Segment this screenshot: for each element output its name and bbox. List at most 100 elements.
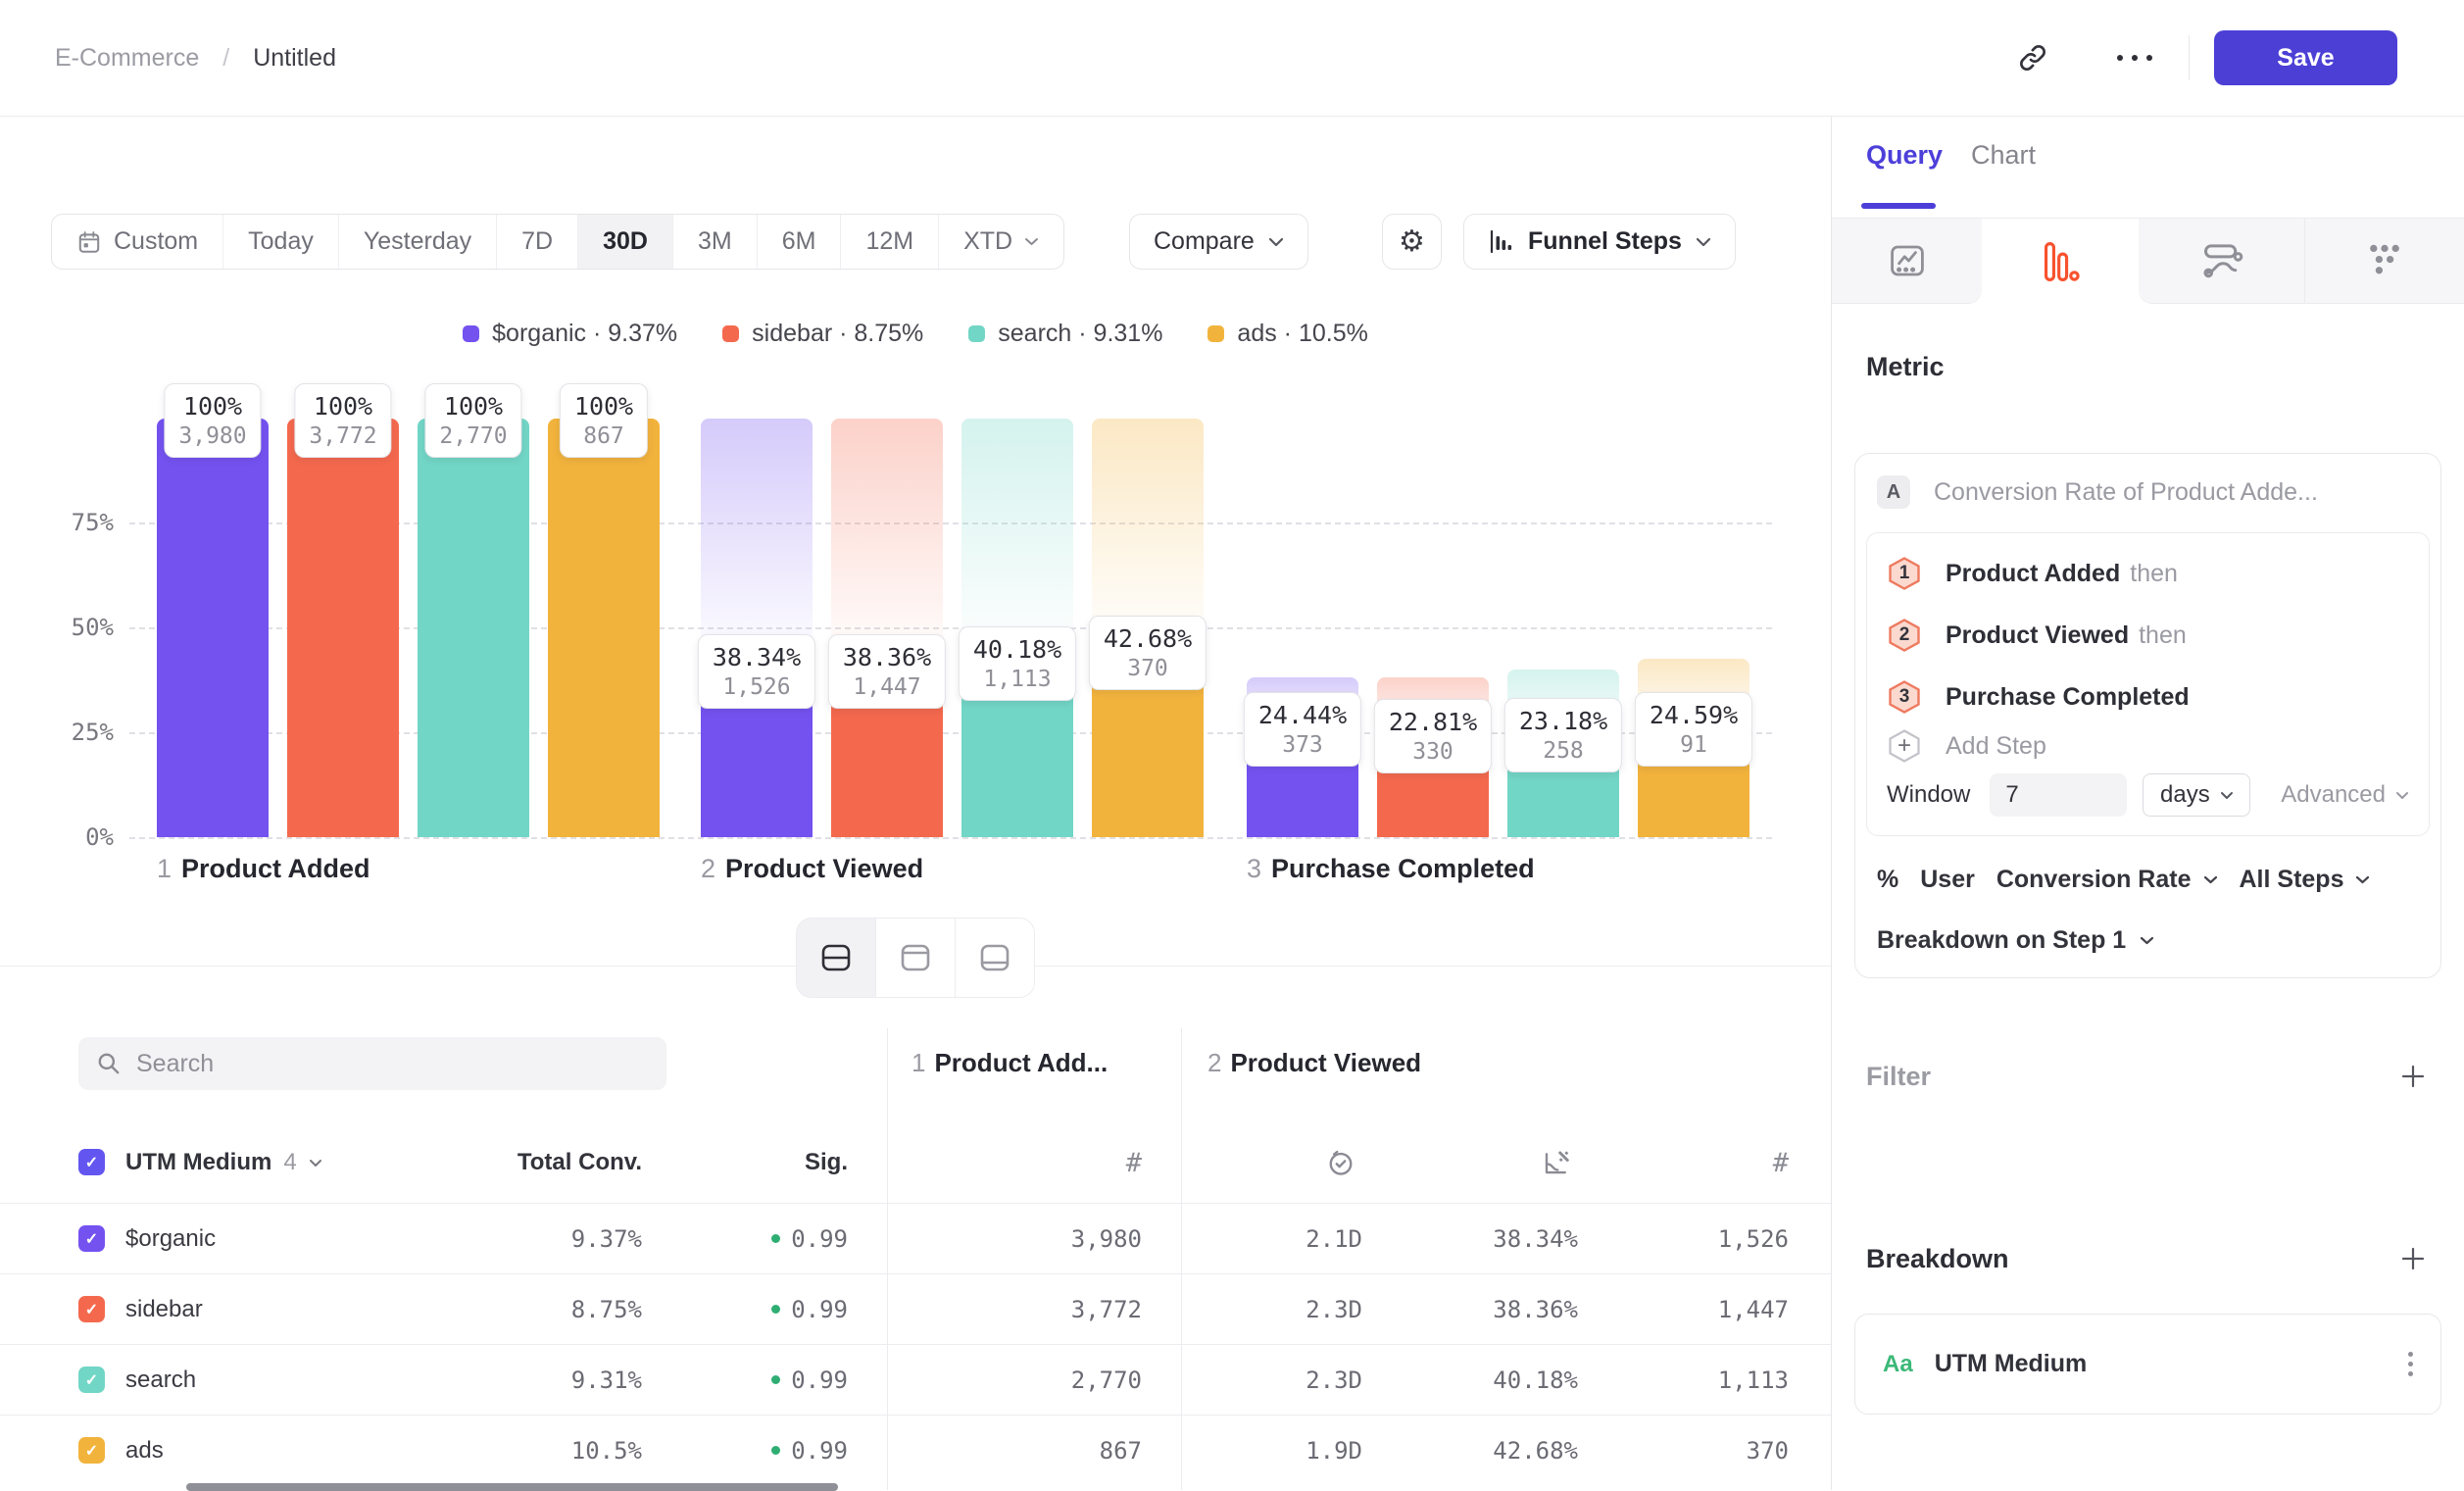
row-significance: 0.99 (686, 1274, 848, 1344)
tab-chart[interactable]: Chart (1971, 140, 2036, 171)
bar-value-label: 40.18%1,113 (959, 626, 1076, 701)
breakdown-header-label: UTM Medium (125, 1149, 271, 1176)
layout-table-only-button[interactable] (955, 919, 1034, 997)
step-hexagon-badge: 3 (1887, 679, 1922, 715)
funnel-bar-search-step1[interactable] (418, 419, 529, 837)
window-value-input[interactable]: 7 (1990, 773, 2127, 817)
bar-value-label: 42.68%370 (1089, 616, 1207, 690)
bar-pct-label: 38.34% (713, 643, 801, 671)
row-checkbox[interactable]: ✓ (78, 1225, 105, 1252)
chart-step-label-1: 1 Product Added (157, 854, 370, 884)
step-name: Product Viewed (725, 854, 923, 883)
chart-step-label-2: 2 Product Viewed (701, 854, 923, 884)
select-all-checkbox[interactable]: ✓ (78, 1149, 105, 1175)
avg-time-column-icon[interactable] (1321, 1122, 1360, 1203)
retention-chart-tab[interactable] (2304, 219, 2464, 304)
count-column-icon[interactable]: # (1730, 1122, 1789, 1203)
metric-card: A Conversion Rate of Product Adde... 1Pr… (1854, 453, 2441, 978)
breakdown-item-menu-icon[interactable] (2408, 1352, 2413, 1376)
bar-pct-label: 24.59% (1650, 701, 1738, 729)
table-row-ads: ✓ads10.5%0.998671.9D42.68%370 (0, 1415, 1831, 1485)
table-header-row: ✓ UTM Medium 4 Total Conv. Sig. # # (0, 1122, 1831, 1203)
bar-value-label: 100%3,772 (294, 383, 391, 458)
bar-pct-label: 38.36% (843, 643, 931, 671)
breakdown-property-name: UTM Medium (1935, 1350, 2088, 1378)
row-significance: 0.99 (686, 1416, 848, 1485)
advanced-toggle[interactable]: Advanced (2281, 781, 2409, 809)
measurement-row: % User Conversion Rate All Steps (1877, 866, 2419, 894)
row-checkbox[interactable]: ✓ (78, 1296, 105, 1322)
row-total-conv: 9.37% (421, 1204, 642, 1273)
chart-step-label-3: 3Purchase Completed (1247, 854, 1535, 884)
funnel-chart-tab[interactable] (1982, 219, 2139, 304)
funnel-bar-ads-step1[interactable] (548, 419, 660, 837)
step-event-name: Product Addedthen (1946, 560, 2178, 588)
breadcrumb-project[interactable]: E-Commerce (55, 44, 199, 73)
add-breakdown-icon[interactable] (2399, 1245, 2427, 1272)
copy-link-icon[interactable] (2017, 42, 2048, 74)
row-total-conv: 9.31% (421, 1345, 642, 1415)
total-conv-column-header[interactable]: Total Conv. (421, 1122, 642, 1203)
bar-count-label: 370 (1104, 656, 1192, 681)
query-step-3[interactable]: 3Purchase Completed (1887, 672, 2409, 721)
add-step-button[interactable]: + Add Step (1887, 721, 2409, 770)
row-checkbox[interactable]: ✓ (78, 1367, 105, 1393)
query-step-2[interactable]: 2Product Viewedthen (1887, 611, 2409, 660)
measure-scope-select[interactable]: All Steps (2240, 866, 2371, 894)
breakdown-item-card[interactable]: Aa UTM Medium (1854, 1314, 2441, 1415)
bar-pct-label: 100% (178, 392, 246, 421)
table-row-search: ✓search9.31%0.992,7702.3D40.18%1,113 (0, 1344, 1831, 1415)
row-step2-conv-rate: 40.18% (1402, 1345, 1578, 1415)
table-search-input[interactable]: Search (78, 1037, 666, 1090)
report-canvas: CustomTodayYesterday7D30D3M6M12MXTD Comp… (0, 117, 1831, 1490)
row-checkbox[interactable]: ✓ (78, 1437, 105, 1464)
step-number: 2 (701, 854, 715, 883)
layout-split-view-button[interactable] (797, 919, 875, 997)
step-name: Product Added (181, 854, 370, 883)
measure-symbol[interactable]: % (1877, 866, 1898, 894)
breakdown-on-step-select[interactable]: Breakdown on Step 1 (1877, 926, 2154, 955)
bar-value-label: 22.81%330 (1374, 699, 1492, 773)
measure-metric-select[interactable]: Conversion Rate (1996, 866, 2218, 894)
tab-query[interactable]: Query (1866, 140, 1943, 171)
bar-count-label: 1,447 (843, 674, 931, 700)
row-step2-avg-time: 2.1D (1206, 1204, 1362, 1273)
bar-value-label: 100%2,770 (424, 383, 521, 458)
measure-entity[interactable]: User (1920, 866, 1975, 894)
more-menu-icon[interactable] (2117, 55, 2152, 61)
step-name: Purchase Completed (1271, 854, 1535, 883)
row-step2-count: 1,113 (1617, 1345, 1789, 1415)
row-name: ads (125, 1416, 164, 1485)
row-step2-avg-time: 2.3D (1206, 1345, 1362, 1415)
gridline-0 (129, 837, 1772, 839)
query-step-1[interactable]: 1Product Addedthen (1887, 549, 2409, 598)
step-number: 1 (157, 854, 172, 883)
bar-value-label: 38.36% 1,447 (828, 634, 946, 709)
flows-chart-tab[interactable] (2139, 219, 2304, 304)
bar-count-label: 3,772 (309, 423, 376, 449)
window-unit-select[interactable]: days (2143, 773, 2250, 817)
save-button[interactable]: Save (2214, 30, 2397, 85)
bar-count-label: 3,980 (178, 423, 246, 449)
layout-chart-only-button[interactable] (875, 919, 955, 997)
group-step-name: Product Viewed (1230, 1048, 1421, 1077)
insights-chart-tab[interactable] (1832, 219, 1982, 304)
conv-rate-column-icon[interactable] (1537, 1122, 1576, 1203)
row-step2-count: 370 (1617, 1416, 1789, 1485)
window-unit-label: days (2160, 781, 2210, 809)
main: CustomTodayYesterday7D30D3M6M12MXTD Comp… (0, 117, 2464, 1490)
metric-header-row[interactable]: A Conversion Rate of Product Adde... (1877, 475, 2318, 509)
search-placeholder: Search (136, 1050, 214, 1078)
measure-scope-label: All Steps (2240, 866, 2344, 894)
breadcrumb-report-name[interactable]: Untitled (253, 44, 336, 73)
count-column-icon[interactable]: # (1083, 1122, 1142, 1203)
layout-toggle-group (796, 918, 1035, 998)
add-filter-icon[interactable] (2399, 1063, 2427, 1090)
funnel-bar-organic-step1[interactable] (157, 419, 269, 837)
breakdown-column-header[interactable]: UTM Medium 4 (125, 1122, 322, 1203)
row-step1-count: 3,980 (965, 1204, 1142, 1273)
filter-section-title: Filter (1866, 1062, 1931, 1092)
funnel-bar-sidebar-step1[interactable] (287, 419, 399, 837)
sig-column-header[interactable]: Sig. (745, 1122, 848, 1203)
table-body: ✓$organic9.37%0.993,9802.1D38.34%1,526✓s… (0, 1203, 1831, 1485)
